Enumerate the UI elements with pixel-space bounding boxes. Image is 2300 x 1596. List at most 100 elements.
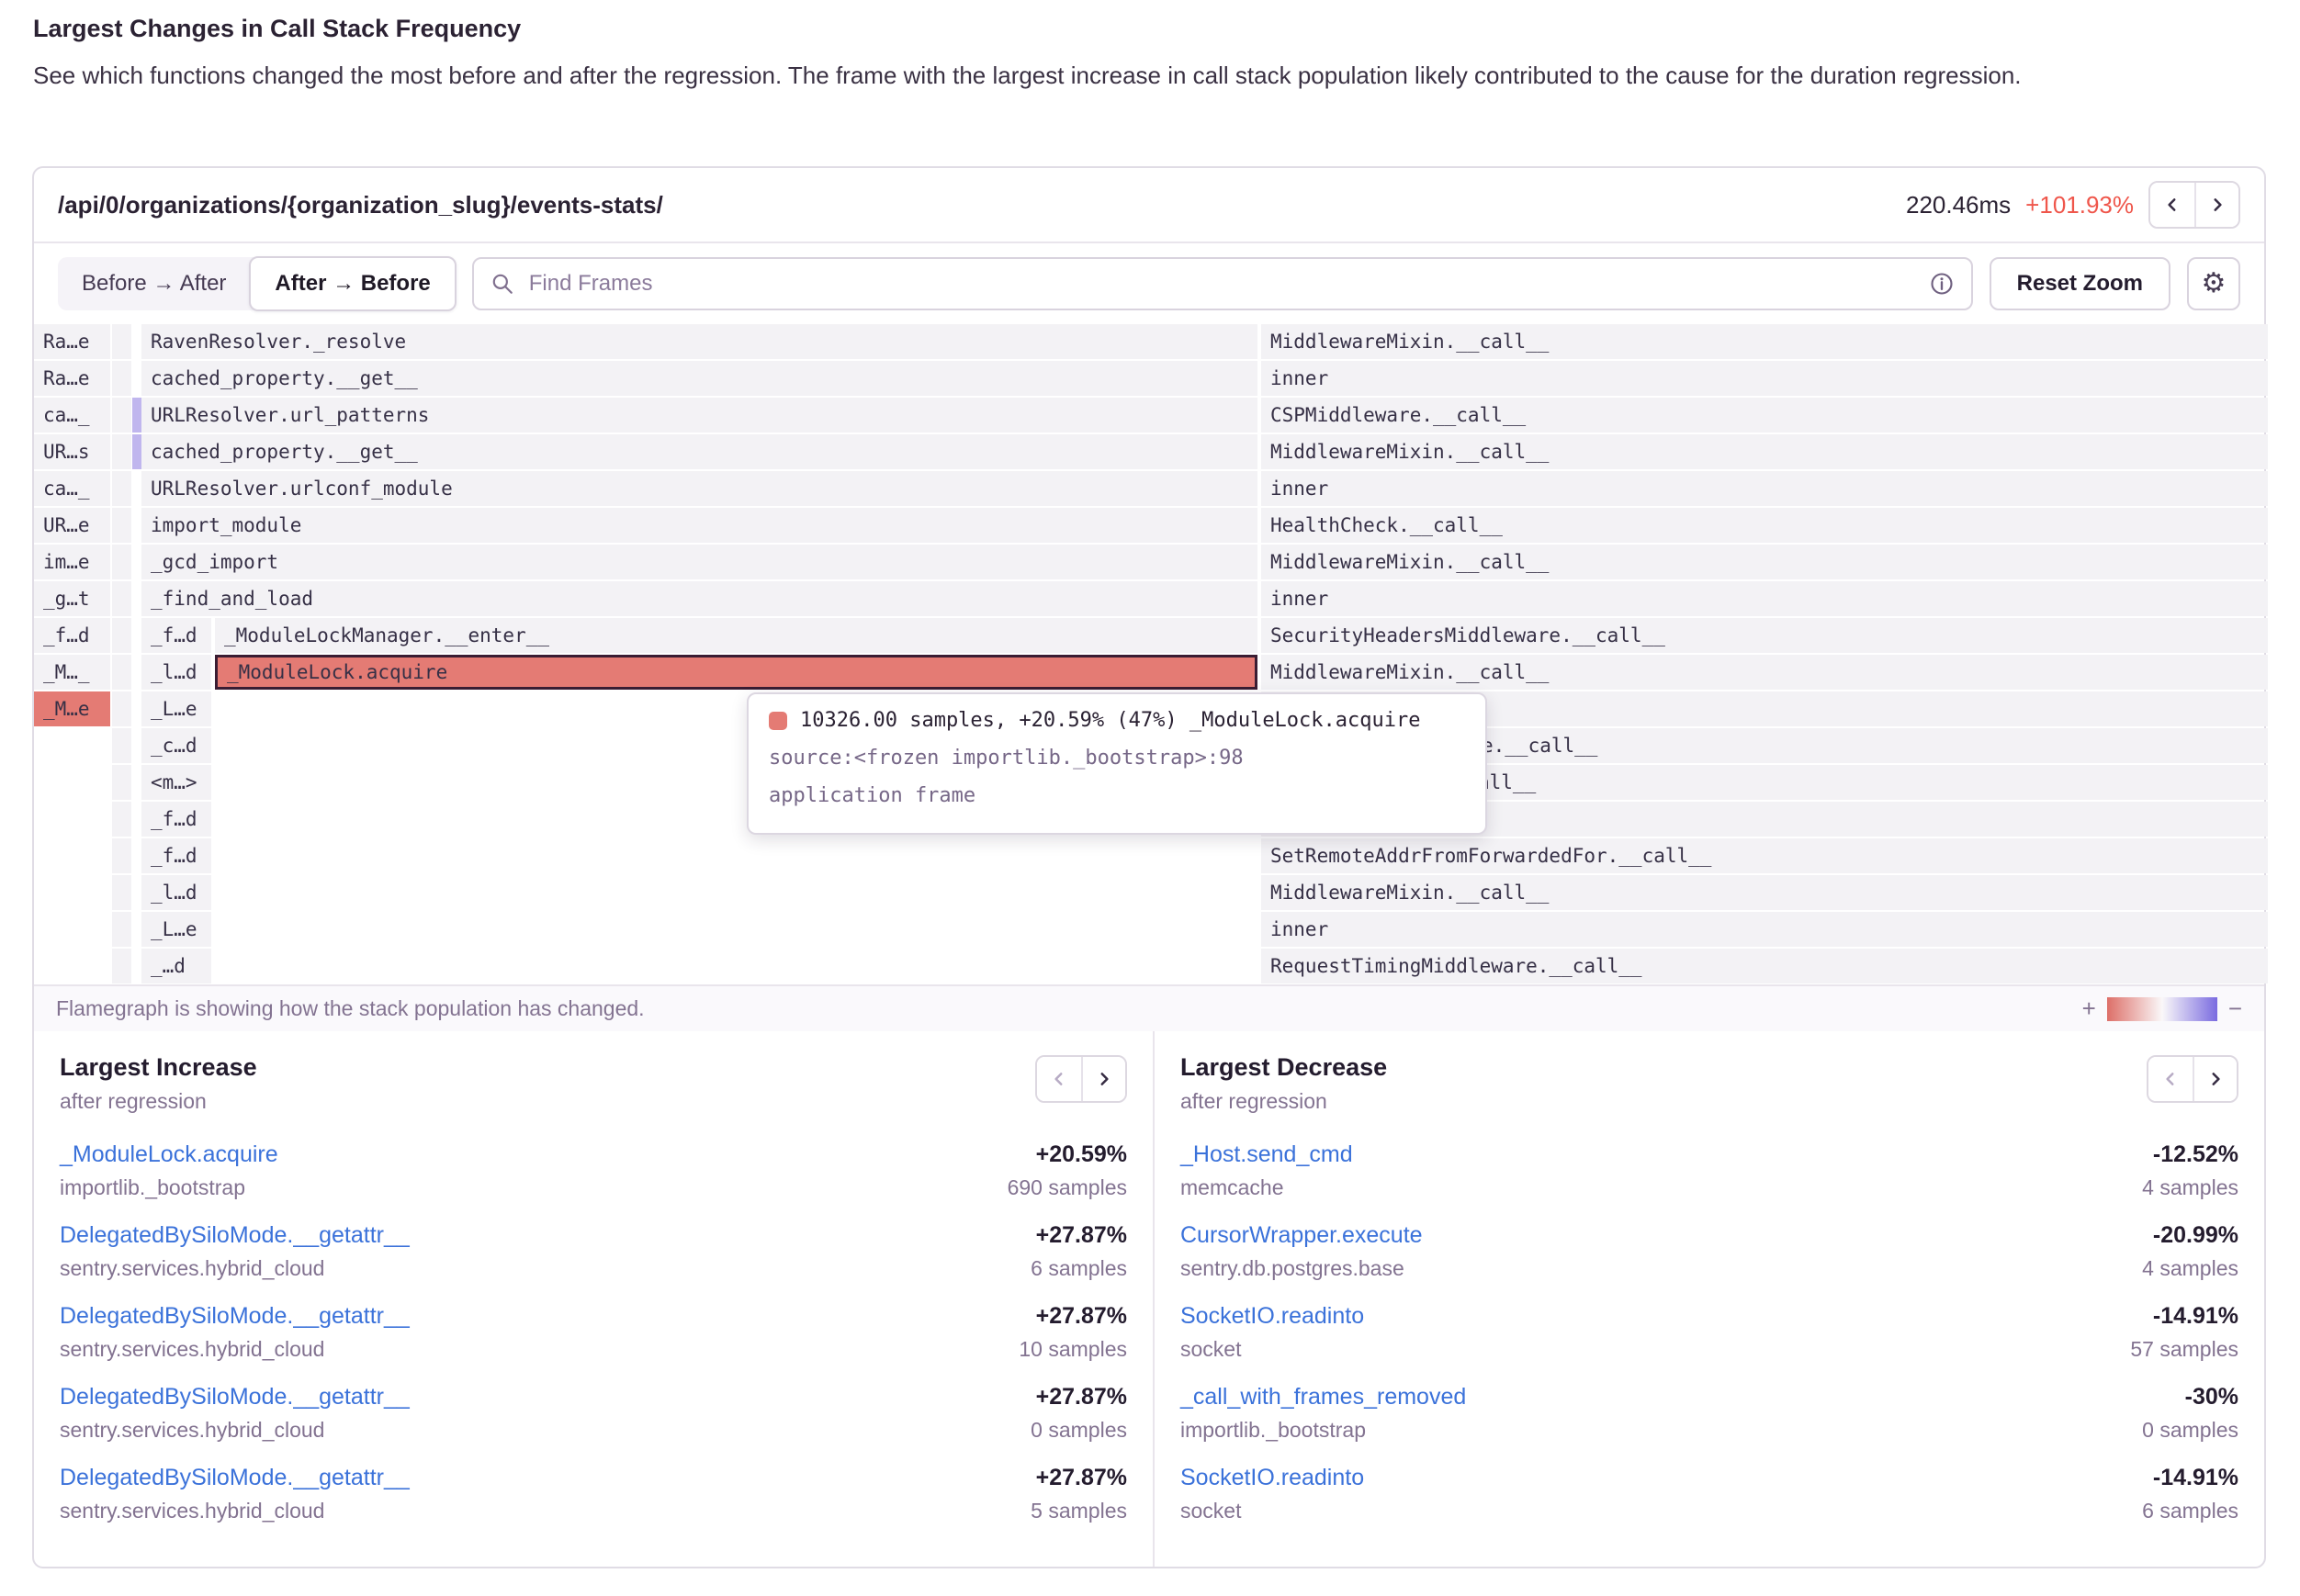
flame-frame[interactable]: _f…d <box>141 618 211 653</box>
sample-count: 5 samples <box>1031 1499 1127 1523</box>
sample-count: 4 samples <box>2142 1256 2238 1281</box>
flame-frame[interactable] <box>112 875 131 910</box>
flame-frame[interactable]: cached_property.__get__ <box>141 361 1257 396</box>
flame-frame[interactable] <box>112 581 131 616</box>
prev-transaction-button[interactable] <box>2150 183 2194 227</box>
function-link[interactable]: SocketIO.readinto <box>1180 1465 1364 1491</box>
flame-frame[interactable]: im…e <box>34 545 110 579</box>
flame-frame[interactable]: _M…_ <box>34 655 110 690</box>
flame-frame[interactable]: _ModuleLockManager.__enter__ <box>215 618 1257 653</box>
flame-frame[interactable] <box>112 838 131 873</box>
flame-frame[interactable]: MiddlewareMixin.__call__ <box>1261 875 2268 910</box>
function-link[interactable]: _ModuleLock.acquire <box>60 1141 278 1168</box>
search-input[interactable] <box>527 270 1916 298</box>
flame-frame[interactable]: cached_property.__get__ <box>141 434 1257 469</box>
flame-frame[interactable]: inner <box>1261 471 2268 506</box>
function-link[interactable]: DelegatedBySiloMode.__getattr__ <box>60 1384 410 1411</box>
sample-count: 0 samples <box>1031 1418 1127 1443</box>
function-link[interactable]: CursorWrapper.execute <box>1180 1222 1423 1249</box>
flame-frame[interactable]: inner <box>1261 361 2268 396</box>
info-icon[interactable] <box>1929 271 1955 297</box>
function-link[interactable]: _call_with_frames_removed <box>1180 1384 1466 1411</box>
flame-frame[interactable]: _…d <box>141 949 211 983</box>
flame-frame[interactable]: Ra…e <box>34 361 110 396</box>
toggle-after-before[interactable]: After → Before <box>249 256 456 311</box>
decrease-prev-button[interactable] <box>2148 1057 2193 1101</box>
flame-frame[interactable]: MiddlewareMixin.__call__ <box>1261 324 2268 359</box>
flame-frame[interactable]: _gcd_import <box>141 545 1257 579</box>
flame-frame[interactable] <box>112 361 131 396</box>
toggle-before-after[interactable]: Before → After <box>58 257 250 310</box>
increase-next-button[interactable] <box>1081 1057 1125 1101</box>
package-name: memcache <box>1180 1175 1283 1200</box>
flame-frame[interactable] <box>112 545 131 579</box>
next-transaction-button[interactable] <box>2194 183 2238 227</box>
flame-frame[interactable]: CSPMiddleware.__call__ <box>1261 398 2268 433</box>
flame-frame[interactable]: SetRemoteAddrFromForwardedFor.__call__ <box>1261 838 2268 873</box>
flame-frame[interactable]: _l…d <box>141 655 211 690</box>
flame-frame[interactable]: RequestTimingMiddleware.__call__ <box>1261 949 2268 983</box>
minus-sign: − <box>2228 995 2242 1023</box>
chevron-right-icon <box>2209 197 2226 213</box>
settings-button[interactable]: ⚙ <box>2187 257 2240 310</box>
flame-frame[interactable] <box>132 434 141 469</box>
flame-frame[interactable]: _f…d <box>141 802 211 837</box>
largest-increase-section: Largest Increase after regression _Modul… <box>34 1031 1153 1567</box>
flame-frame[interactable]: MiddlewareMixin.__call__ <box>1261 655 2268 690</box>
flame-frame[interactable] <box>112 471 131 506</box>
flame-frame[interactable]: _L…e <box>141 912 211 947</box>
diff-gradient-bar <box>2107 997 2217 1021</box>
flame-frame[interactable]: SecurityHeadersMiddleware.__call__ <box>1261 618 2268 653</box>
flame-frame[interactable]: ca…_ <box>34 471 110 506</box>
flame-frame[interactable] <box>112 655 131 690</box>
flame-frame[interactable] <box>112 398 131 433</box>
flame-frame[interactable]: RavenResolver._resolve <box>141 324 1257 359</box>
function-link[interactable]: _Host.send_cmd <box>1180 1141 1353 1168</box>
flame-frame[interactable] <box>112 324 131 359</box>
flame-frame[interactable] <box>112 508 131 543</box>
increase-prev-button[interactable] <box>1037 1057 1081 1101</box>
flame-frame[interactable]: MiddlewareMixin.__call__ <box>1261 545 2268 579</box>
package-name: sentry.services.hybrid_cloud <box>60 1499 324 1523</box>
function-link[interactable]: DelegatedBySiloMode.__getattr__ <box>60 1222 410 1249</box>
flame-frame[interactable]: _ModuleLock.acquire <box>215 655 1257 690</box>
flame-frame[interactable]: MiddlewareMixin.__call__ <box>1261 434 2268 469</box>
function-link[interactable]: SocketIO.readinto <box>1180 1303 1364 1330</box>
flame-frame[interactable]: HealthCheck.__call__ <box>1261 508 2268 543</box>
flame-frame[interactable] <box>112 618 131 653</box>
function-link[interactable]: DelegatedBySiloMode.__getattr__ <box>60 1303 410 1330</box>
flame-frame[interactable] <box>112 912 131 947</box>
flame-frame[interactable]: <m…> <box>141 765 211 800</box>
flame-frame[interactable]: inner <box>1261 912 2268 947</box>
flame-frame[interactable]: Ra…e <box>34 324 110 359</box>
flame-frame[interactable]: _c…d <box>141 728 211 763</box>
flame-frame[interactable]: _l…d <box>141 875 211 910</box>
flamegraph-canvas[interactable]: Ra…eRavenResolver._resolveMiddlewareMixi… <box>34 323 2268 984</box>
function-change-item: DelegatedBySiloMode.__getattr__+27.87%se… <box>60 1384 1127 1443</box>
flame-frame[interactable] <box>112 765 131 800</box>
flame-frame[interactable]: _g…t <box>34 581 110 616</box>
flame-frame[interactable] <box>112 949 131 983</box>
flame-frame[interactable]: UR…s <box>34 434 110 469</box>
flame-frame[interactable]: _M…e <box>34 691 110 726</box>
decrease-next-button[interactable] <box>2193 1057 2237 1101</box>
flame-frame[interactable]: URLResolver.urlconf_module <box>141 471 1257 506</box>
flame-frame[interactable] <box>132 398 141 433</box>
flame-frame[interactable]: ca…_ <box>34 398 110 433</box>
flame-frame[interactable] <box>112 434 131 469</box>
function-change-item: _ModuleLock.acquire+20.59%importlib._boo… <box>60 1141 1127 1200</box>
reset-zoom-button[interactable]: Reset Zoom <box>1990 257 2170 310</box>
flame-frame[interactable]: _f…d <box>141 838 211 873</box>
flame-frame[interactable] <box>112 728 131 763</box>
flame-frame[interactable]: inner <box>1261 581 2268 616</box>
function-link[interactable]: DelegatedBySiloMode.__getattr__ <box>60 1465 410 1491</box>
flame-frame[interactable]: import_module <box>141 508 1257 543</box>
flame-frame[interactable]: _L…e <box>141 691 211 726</box>
flame-frame[interactable]: _f…d <box>34 618 110 653</box>
flame-frame[interactable] <box>112 802 131 837</box>
flame-frame[interactable]: _find_and_load <box>141 581 1257 616</box>
flame-frame[interactable] <box>112 691 131 726</box>
flame-frame[interactable]: UR…e <box>34 508 110 543</box>
find-frames-search[interactable] <box>472 257 1973 310</box>
flame-frame[interactable]: URLResolver.url_patterns <box>141 398 1257 433</box>
